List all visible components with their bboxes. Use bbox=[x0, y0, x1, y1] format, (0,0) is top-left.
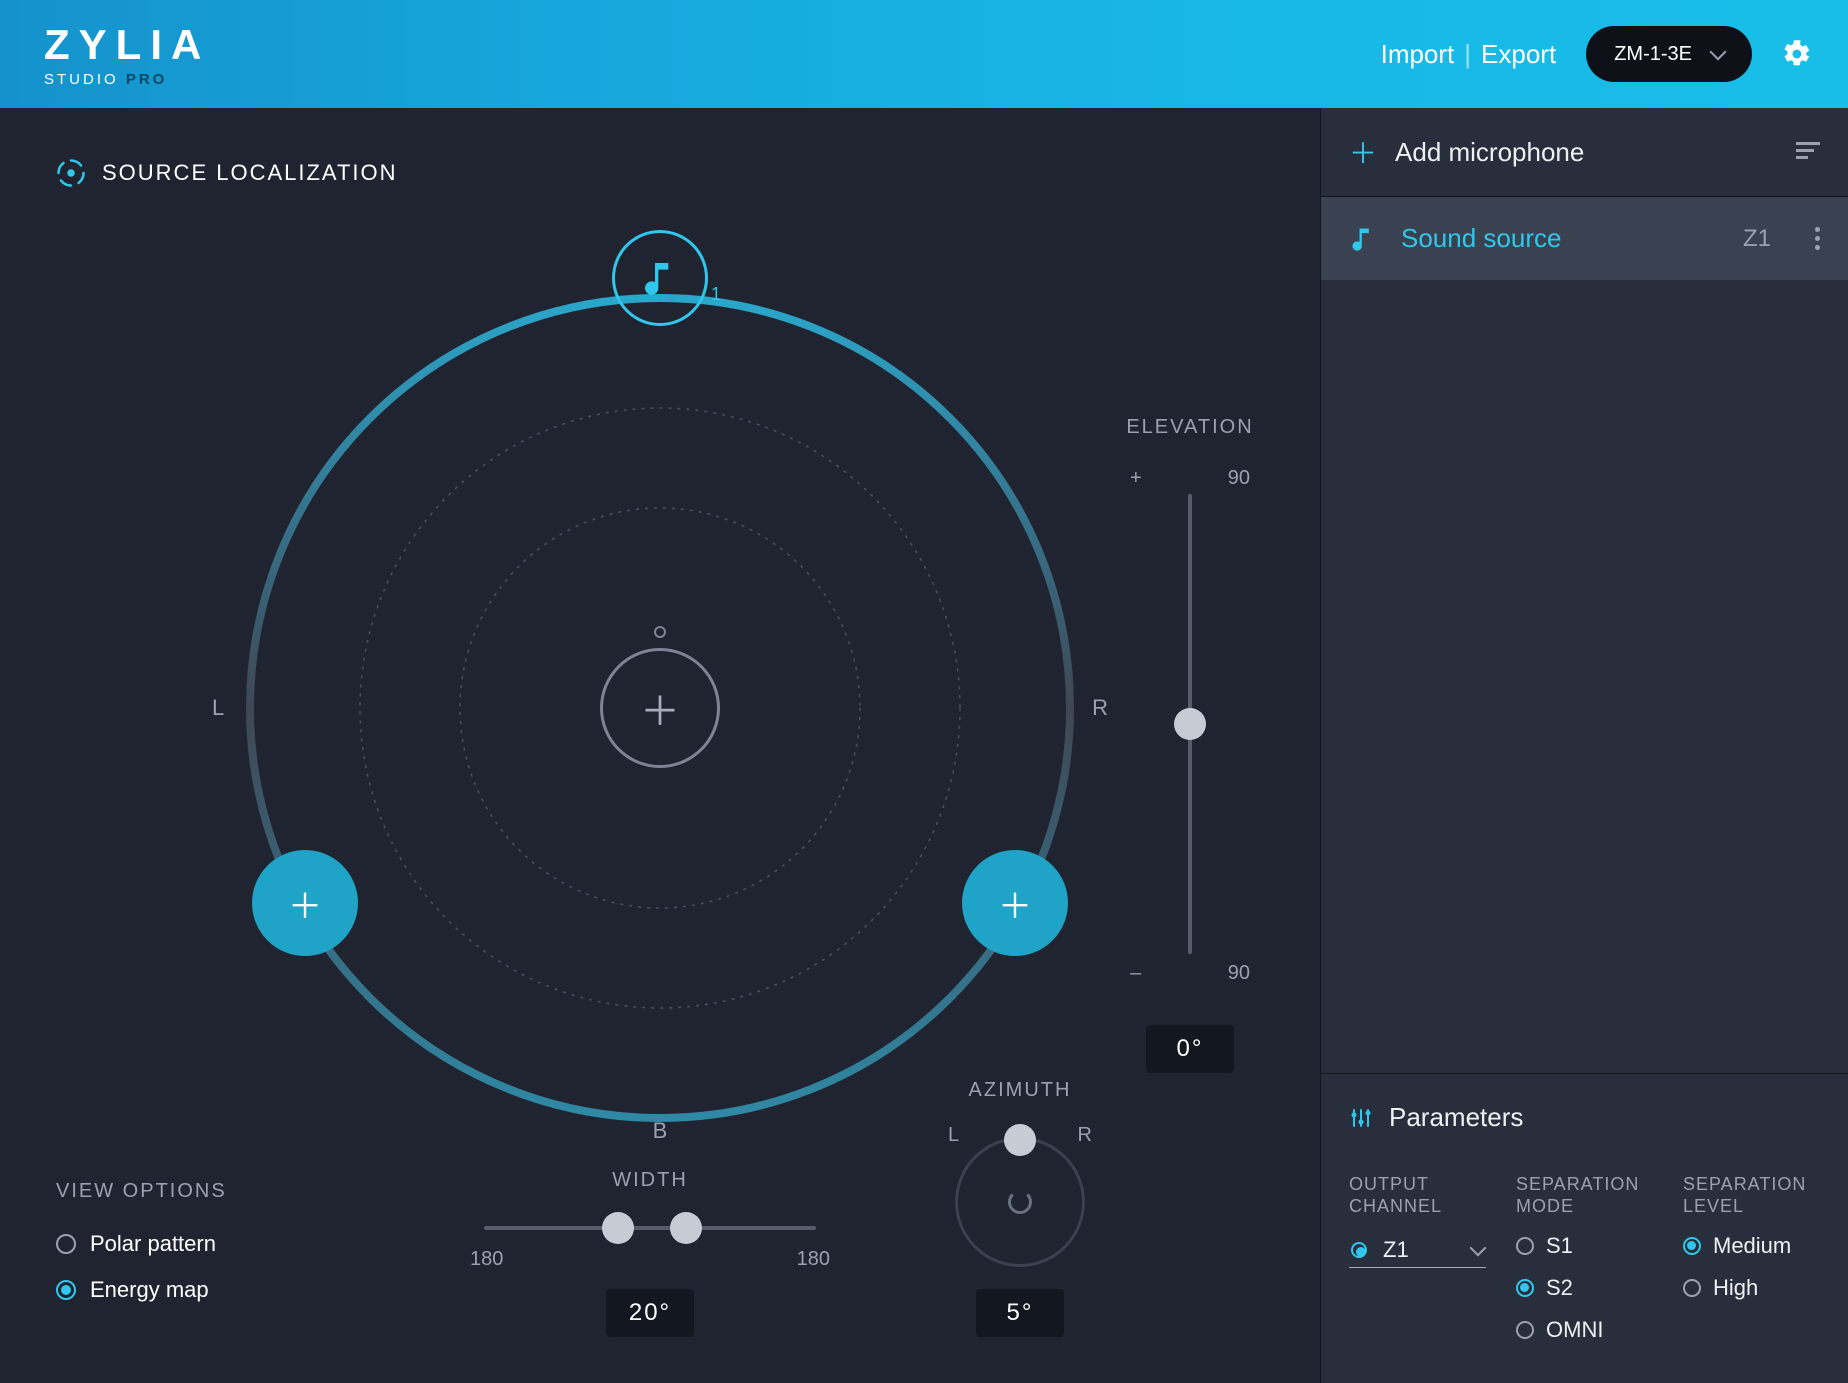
add-microphone-label: Add microphone bbox=[1395, 137, 1584, 168]
azimuth-label: AZIMUTH bbox=[930, 1079, 1110, 1102]
device-select-value: ZM-1-3E bbox=[1614, 43, 1692, 66]
sidebar: ＋ Add microphone Sound source Z1 Paramet… bbox=[1320, 108, 1848, 1383]
width-control: WIDTH 180 180 20° bbox=[470, 1169, 830, 1337]
main-panel: SOURCE LOCALIZATION L R B ＋ 1 ＋ ＋ bbox=[0, 108, 1320, 1383]
azimuth-knob[interactable] bbox=[955, 1137, 1085, 1267]
polar-display[interactable]: L R B ＋ 1 ＋ ＋ bbox=[230, 278, 1090, 1138]
polar-label-left: L bbox=[212, 695, 224, 721]
separation-level-high[interactable]: High bbox=[1683, 1275, 1820, 1301]
radio-icon bbox=[1351, 1242, 1367, 1258]
view-option-polar-pattern[interactable]: Polar pattern bbox=[56, 1231, 227, 1257]
azimuth-center-icon bbox=[1008, 1190, 1032, 1214]
output-channel-column: OUTPUT CHANNEL Z1 bbox=[1349, 1173, 1486, 1343]
width-range-left: 180 bbox=[470, 1248, 503, 1271]
width-value[interactable]: 20° bbox=[606, 1289, 694, 1337]
app-header: ZYLIA STUDIO PRO Import | Export ZM-1-3E bbox=[0, 0, 1848, 108]
brand-name: ZYLIA bbox=[44, 21, 210, 69]
azimuth-r: R bbox=[1078, 1124, 1092, 1147]
elevation-label: ELEVATION bbox=[1110, 416, 1270, 439]
elevation-slider[interactable] bbox=[1188, 494, 1192, 954]
app-logo: ZYLIA STUDIO PRO bbox=[44, 21, 210, 88]
polar-label-back: B bbox=[653, 1118, 668, 1144]
separation-mode-s2[interactable]: S2 bbox=[1516, 1275, 1653, 1301]
chevron-down-icon bbox=[1710, 44, 1727, 61]
azimuth-l: L bbox=[948, 1124, 959, 1147]
add-microphone-button[interactable]: ＋ Add microphone bbox=[1321, 108, 1848, 197]
energy-blob-right[interactable]: ＋ bbox=[962, 850, 1068, 956]
width-thumb-left[interactable] bbox=[602, 1212, 634, 1244]
import-button[interactable]: Import bbox=[1381, 39, 1455, 70]
separation-level-medium[interactable]: Medium bbox=[1683, 1233, 1820, 1259]
localization-icon bbox=[56, 158, 86, 188]
output-channel-select[interactable]: Z1 bbox=[1349, 1233, 1486, 1268]
elevation-minus: – bbox=[1130, 962, 1141, 985]
separation-mode-label: SEPARATION MODE bbox=[1516, 1173, 1653, 1217]
view-option-energy-map[interactable]: Energy map bbox=[56, 1277, 227, 1303]
azimuth-control: AZIMUTH L R 5° bbox=[930, 1079, 1110, 1337]
music-note-icon bbox=[1349, 225, 1377, 253]
source-list: Sound source Z1 bbox=[1321, 197, 1848, 280]
brand-subtitle: STUDIO PRO bbox=[44, 71, 210, 88]
import-export: Import | Export bbox=[1381, 39, 1557, 70]
elevation-max: 90 bbox=[1228, 467, 1250, 490]
polar-label-right: R bbox=[1092, 695, 1108, 721]
source-name: Sound source bbox=[1401, 223, 1561, 254]
section-title: SOURCE LOCALIZATION bbox=[56, 158, 1280, 188]
source-marker[interactable]: 1 bbox=[612, 230, 708, 326]
view-options-label: VIEW OPTIONS bbox=[56, 1180, 227, 1203]
separation-mode-column: SEPARATION MODE S1 S2 OMNI bbox=[1516, 1173, 1653, 1343]
elevation-thumb[interactable] bbox=[1174, 708, 1206, 740]
output-channel-value: Z1 bbox=[1383, 1237, 1409, 1263]
elevation-plus: + bbox=[1130, 467, 1142, 490]
output-channel-label: OUTPUT CHANNEL bbox=[1349, 1173, 1486, 1217]
azimuth-value[interactable]: 5° bbox=[976, 1289, 1064, 1337]
width-slider[interactable] bbox=[484, 1226, 816, 1230]
separation-mode-s1[interactable]: S1 bbox=[1516, 1233, 1653, 1259]
chevron-down-icon bbox=[1470, 1240, 1487, 1257]
radio-icon bbox=[56, 1280, 76, 1300]
center-dot bbox=[654, 626, 666, 638]
more-icon[interactable] bbox=[1815, 227, 1820, 250]
separation-mode-omni[interactable]: OMNI bbox=[1516, 1317, 1653, 1343]
view-options: VIEW OPTIONS Polar pattern Energy map bbox=[56, 1180, 227, 1323]
add-source-center-button[interactable]: ＋ bbox=[600, 648, 720, 768]
elevation-value[interactable]: 0° bbox=[1146, 1025, 1234, 1073]
separation-level-column: SEPARATION LEVEL Medium High bbox=[1683, 1173, 1820, 1343]
parameters-title: Parameters bbox=[1349, 1102, 1820, 1133]
width-label: WIDTH bbox=[470, 1169, 830, 1192]
source-item[interactable]: Sound source Z1 bbox=[1321, 197, 1848, 280]
sort-icon[interactable] bbox=[1796, 142, 1820, 163]
azimuth-pointer[interactable] bbox=[1004, 1124, 1036, 1156]
elevation-control: ELEVATION + 90 – 90 0° bbox=[1110, 416, 1270, 1073]
device-select[interactable]: ZM-1-3E bbox=[1586, 26, 1752, 82]
source-marker-index: 1 bbox=[711, 284, 721, 305]
settings-icon[interactable] bbox=[1782, 39, 1812, 69]
sliders-icon bbox=[1349, 1106, 1373, 1130]
parameters-panel: Parameters OUTPUT CHANNEL Z1 SEPARATION … bbox=[1321, 1073, 1848, 1383]
source-channel: Z1 bbox=[1743, 225, 1771, 253]
separation-level-label: SEPARATION LEVEL bbox=[1683, 1173, 1820, 1217]
width-thumb-right[interactable] bbox=[670, 1212, 702, 1244]
export-button[interactable]: Export bbox=[1481, 39, 1556, 70]
plus-icon: ＋ bbox=[1349, 132, 1377, 172]
music-note-icon bbox=[640, 258, 680, 298]
elevation-min: 90 bbox=[1228, 962, 1250, 985]
section-title-text: SOURCE LOCALIZATION bbox=[102, 160, 398, 186]
energy-blob-left[interactable]: ＋ bbox=[252, 850, 358, 956]
radio-icon bbox=[56, 1234, 76, 1254]
header-actions: Import | Export ZM-1-3E bbox=[1381, 26, 1812, 82]
width-range-right: 180 bbox=[797, 1248, 830, 1271]
